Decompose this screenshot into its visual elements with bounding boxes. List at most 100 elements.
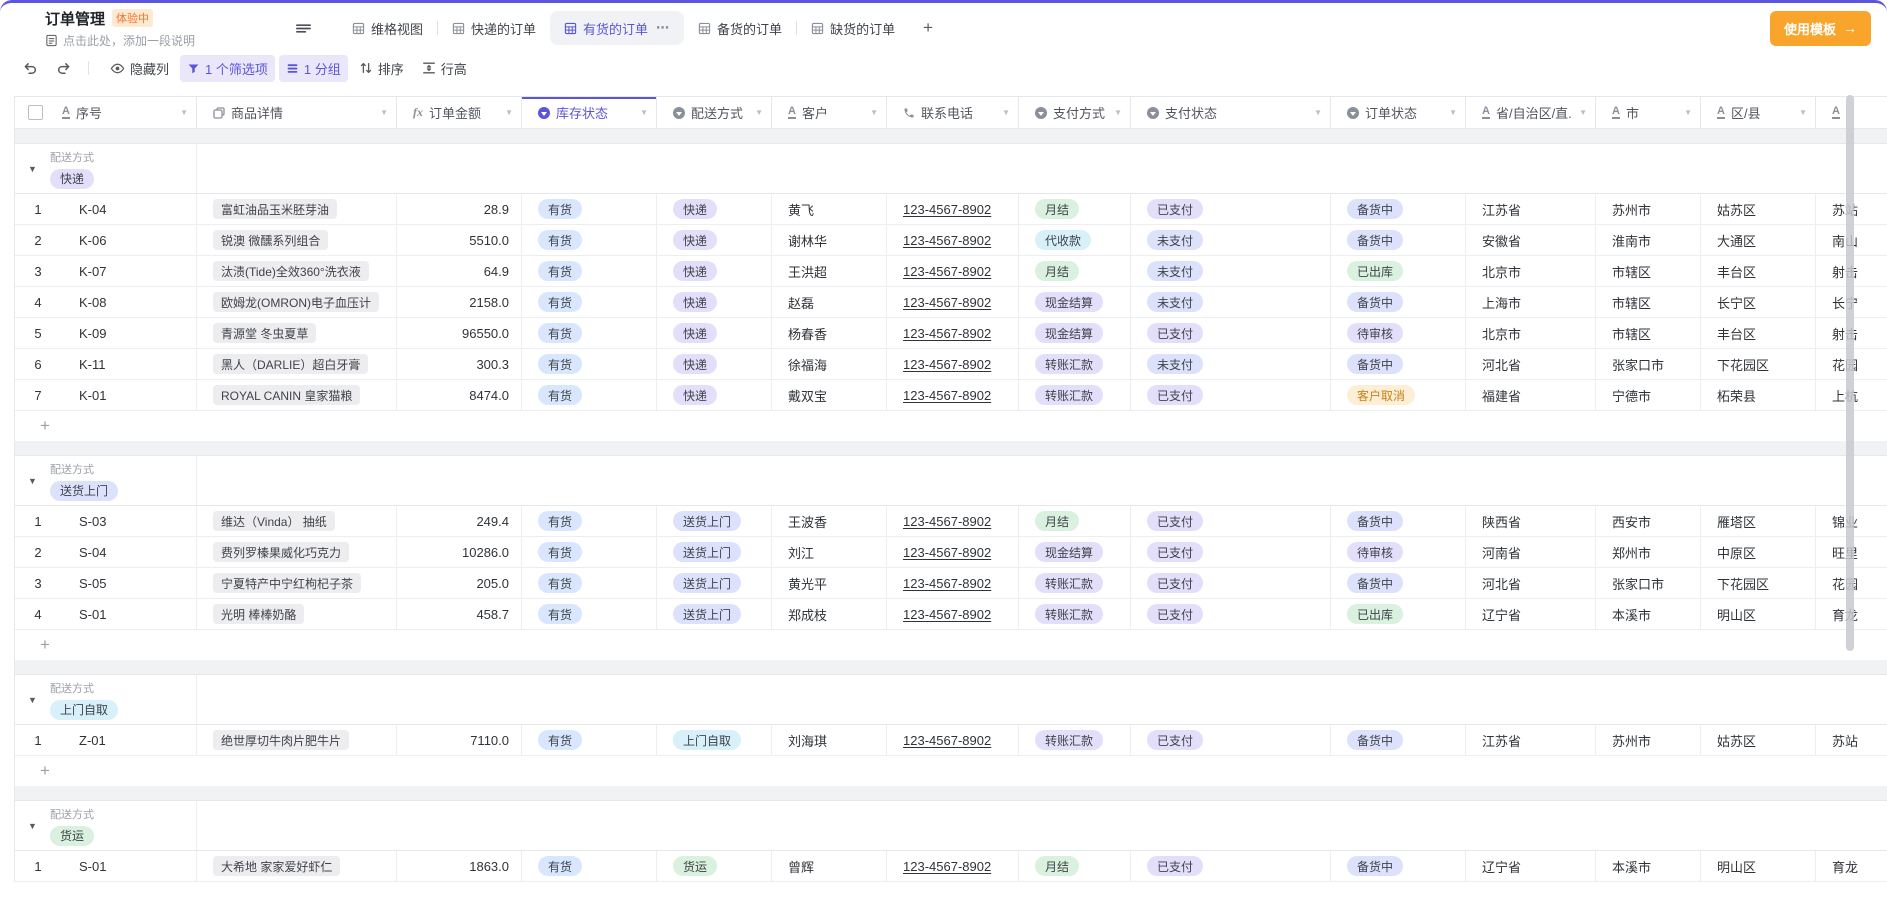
cell-province[interactable]: 河北省 [1466,568,1596,598]
view-tab-备货的订单[interactable]: 备货的订单 [684,4,796,52]
phone-link[interactable]: 123-4567-8902 [903,233,991,248]
cell-district[interactable]: 大通区 [1701,225,1816,255]
cell-code[interactable]: 2S-04 [15,537,197,567]
cell-product[interactable]: 欧姆龙(OMRON)电子血压计 [197,287,397,317]
cell-province[interactable]: 河北省 [1466,349,1596,379]
cell-amount[interactable]: 458.7 [397,599,522,629]
column-dropdown-icon[interactable]: ▼ [1449,108,1457,117]
cell-district[interactable]: 明山区 [1701,599,1816,629]
cell-amount[interactable]: 249.4 [397,506,522,536]
cell-product[interactable]: 宁夏特产中宁红枸杞子茶 [197,568,397,598]
cell-pay_method[interactable]: 代收款 [1019,225,1131,255]
cell-stock[interactable]: 有货 [522,318,657,348]
cell-product[interactable]: 富虹油品玉米胚芽油 [197,194,397,224]
add-row-button[interactable]: + [15,630,1887,660]
sort-button[interactable]: 排序 [352,55,411,82]
row-number[interactable]: 4 [15,295,61,310]
cell-delivery[interactable]: 快递 [657,380,772,410]
cell-product[interactable]: 绝世厚切牛肉片肥牛片 [197,725,397,755]
cell-stock[interactable]: 有货 [522,725,657,755]
cell-pay_method[interactable]: 转账汇款 [1019,568,1131,598]
column-dropdown-icon[interactable]: ▼ [755,108,763,117]
phone-link[interactable]: 123-4567-8902 [903,607,991,622]
cell-pay_status[interactable]: 已支付 [1131,380,1331,410]
cell-amount[interactable]: 28.9 [397,194,522,224]
cell-pay_status[interactable]: 已支付 [1131,599,1331,629]
cell-order_status[interactable]: 备货中 [1331,225,1466,255]
column-dropdown-icon[interactable]: ▼ [1799,108,1807,117]
column-header-order_status[interactable]: 订单状态▼ [1331,97,1466,128]
cell-pay_status[interactable]: 未支付 [1131,349,1331,379]
cell-customer[interactable]: 黄飞 [772,194,887,224]
row-number[interactable]: 4 [15,607,61,622]
column-header-pay_method[interactable]: 支付方式▼ [1019,97,1131,128]
cell-district[interactable]: 丰台区 [1701,318,1816,348]
column-dropdown-icon[interactable]: ▼ [1684,108,1692,117]
cell-phone[interactable]: 123-4567-8902 [887,380,1019,410]
cell-order_status[interactable]: 已出库 [1331,599,1466,629]
cell-phone[interactable]: 123-4567-8902 [887,851,1019,881]
cell-amount[interactable]: 64.9 [397,256,522,286]
description-placeholder[interactable]: 点击此处，添加一段说明 [45,32,245,49]
cell-city[interactable]: 本溪市 [1596,851,1701,881]
cell-customer[interactable]: 郑成枝 [772,599,887,629]
phone-link[interactable]: 123-4567-8902 [903,202,991,217]
cell-delivery[interactable]: 送货上门 [657,506,772,536]
vertical-scrollbar[interactable] [1846,95,1854,651]
cell-phone[interactable]: 123-4567-8902 [887,256,1019,286]
cell-order_status[interactable]: 备货中 [1331,287,1466,317]
column-header-phone[interactable]: 联系电话▼ [887,97,1019,128]
cell-order_status[interactable]: 已出库 [1331,256,1466,286]
row-number[interactable]: 1 [15,859,61,874]
cell-district[interactable]: 姑苏区 [1701,725,1816,755]
cell-pay_method[interactable]: 转账汇款 [1019,380,1131,410]
cell-order_status[interactable]: 待审核 [1331,537,1466,567]
cell-code[interactable]: 4K-08 [15,287,197,317]
cell-order_status[interactable]: 客户取消 [1331,380,1466,410]
cell-amount[interactable]: 96550.0 [397,318,522,348]
group-collapse-icon[interactable]: ▼ [28,476,50,486]
cell-amount[interactable]: 8474.0 [397,380,522,410]
cell-phone[interactable]: 123-4567-8902 [887,318,1019,348]
cell-delivery[interactable]: 快递 [657,287,772,317]
column-dropdown-icon[interactable]: ▼ [1314,108,1322,117]
column-header-stock[interactable]: 库存状态▼ [522,97,657,128]
phone-link[interactable]: 123-4567-8902 [903,264,991,279]
cell-phone[interactable]: 123-4567-8902 [887,506,1019,536]
cell-stock[interactable]: 有货 [522,537,657,567]
cell-province[interactable]: 北京市 [1466,318,1596,348]
cell-pay_method[interactable]: 现金结算 [1019,537,1131,567]
cell-district[interactable]: 姑苏区 [1701,194,1816,224]
row-number[interactable]: 5 [15,326,61,341]
cell-province[interactable]: 河南省 [1466,537,1596,567]
cell-customer[interactable]: 谢林华 [772,225,887,255]
column-dropdown-icon[interactable]: ▼ [870,108,878,117]
cell-code[interactable]: 5K-09 [15,318,197,348]
cell-amount[interactable]: 1863.0 [397,851,522,881]
cell-stock[interactable]: 有货 [522,287,657,317]
row-number[interactable]: 7 [15,388,61,403]
cell-order_status[interactable]: 备货中 [1331,851,1466,881]
cell-order_status[interactable]: 备货中 [1331,568,1466,598]
cell-delivery[interactable]: 送货上门 [657,537,772,567]
cell-stock[interactable]: 有货 [522,568,657,598]
row-number[interactable]: 1 [15,514,61,529]
cell-delivery[interactable]: 快递 [657,349,772,379]
add-row-button[interactable]: + [15,756,1887,786]
cell-order_status[interactable]: 备货中 [1331,506,1466,536]
row-number[interactable]: 2 [15,233,61,248]
cell-province[interactable]: 陕西省 [1466,506,1596,536]
redo-button[interactable] [49,57,78,80]
phone-link[interactable]: 123-4567-8902 [903,295,991,310]
cell-stock[interactable]: 有货 [522,256,657,286]
cell-customer[interactable]: 曾辉 [772,851,887,881]
group-button[interactable]: 1 分组 [279,55,348,82]
cell-district[interactable]: 下花园区 [1701,568,1816,598]
cell-district[interactable]: 下花园区 [1701,349,1816,379]
column-header-pay_status[interactable]: 支付状态▼ [1131,97,1331,128]
cell-stock[interactable]: 有货 [522,225,657,255]
phone-link[interactable]: 123-4567-8902 [903,357,991,372]
cell-district[interactable]: 明山区 [1701,851,1816,881]
cell-pay_method[interactable]: 月结 [1019,851,1131,881]
cell-code[interactable]: 1S-03 [15,506,197,536]
